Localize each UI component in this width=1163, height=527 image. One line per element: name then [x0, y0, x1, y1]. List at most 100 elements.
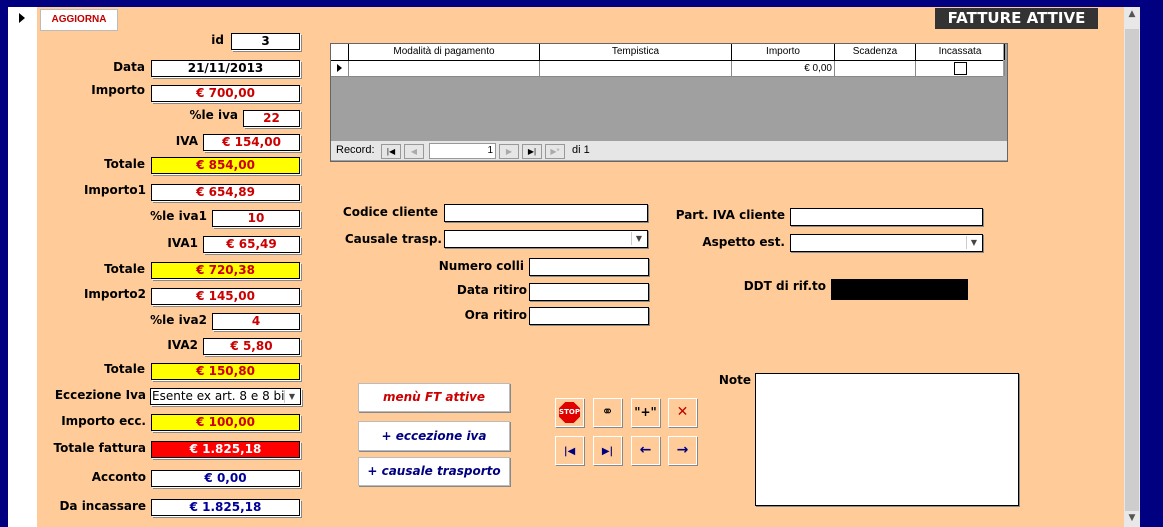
- part-iva-label: Part. IVA cliente: [675, 208, 785, 222]
- last-record-button[interactable]: ▶|: [593, 436, 622, 465]
- data-label: Data: [113, 60, 145, 74]
- note-label: Note: [718, 373, 751, 387]
- perc-iva1-label: %le iva1: [150, 209, 207, 223]
- nav-last-icon[interactable]: ▶|: [522, 144, 542, 159]
- cell-tempistica[interactable]: [539, 61, 731, 76]
- incassata-checkbox[interactable]: [954, 62, 967, 75]
- chevron-down-icon[interactable]: ▼: [966, 236, 981, 249]
- first-record-icon: |◀: [563, 446, 576, 457]
- codice-cliente-value: [445, 210, 447, 223]
- codice-cliente-field[interactable]: [444, 204, 648, 222]
- importo1-label: Importo1: [83, 183, 146, 197]
- binoculars-icon: ⚭: [601, 404, 614, 420]
- eccezione-iva-button[interactable]: + eccezione iva: [358, 421, 510, 451]
- causale-trasporto-button[interactable]: + causale trasporto: [358, 457, 510, 486]
- acconto-label: Acconto: [91, 470, 146, 484]
- col-importo: Importo: [731, 44, 834, 60]
- prev-record-button[interactable]: ←: [631, 436, 660, 465]
- perc-iva-field[interactable]: 22: [243, 110, 300, 127]
- numero-colli-label: Numero colli: [438, 259, 524, 273]
- totale-fattura-field[interactable]: € 1.825,18: [151, 441, 300, 458]
- menu-ft-attive-button[interactable]: menù FT attive: [358, 383, 510, 412]
- current-record-indicator-icon: [19, 13, 25, 23]
- chevron-down-icon[interactable]: ▼: [631, 232, 646, 245]
- totale2-field[interactable]: € 150,80: [151, 363, 300, 380]
- iva2-label: IVA2: [167, 338, 198, 352]
- nav-new-icon[interactable]: ▶*: [545, 144, 565, 159]
- aspetto-est-select[interactable]: ▼: [790, 234, 983, 252]
- cell-scadenza[interactable]: [834, 61, 915, 76]
- stop-button[interactable]: STOP: [555, 398, 584, 427]
- window-border: [1140, 7, 1163, 527]
- data-ritiro-field[interactable]: [529, 283, 649, 301]
- delete-record-button[interactable]: ✕: [668, 398, 697, 427]
- perc-iva-label: %le iva: [189, 108, 239, 122]
- col-modalita: Modalità di pagamento: [348, 44, 539, 60]
- new-record-icon: "+": [634, 405, 657, 419]
- aspetto-est-label: Aspetto est.: [702, 235, 785, 249]
- stop-icon: STOP: [559, 402, 580, 423]
- importo1-field[interactable]: € 654,89: [151, 184, 300, 201]
- header-selector-cell: [331, 44, 348, 60]
- first-record-button[interactable]: |◀: [555, 436, 584, 465]
- delete-record-icon: ✕: [676, 404, 689, 420]
- perc-iva2-field[interactable]: 4: [212, 313, 300, 330]
- ddt-field[interactable]: [831, 279, 968, 300]
- nav-prev-icon[interactable]: ◀: [404, 144, 424, 159]
- row-selector[interactable]: [331, 61, 349, 76]
- importo-ecc-field[interactable]: € 100,00: [151, 414, 300, 431]
- scroll-up-icon[interactable]: ▲: [1124, 9, 1140, 19]
- record-number-input[interactable]: 1: [429, 143, 496, 159]
- col-scadenza: Scadenza: [834, 44, 915, 60]
- col-tempistica: Tempistica: [539, 44, 731, 60]
- new-record-button[interactable]: "+": [631, 398, 660, 427]
- table-row[interactable]: € 0,00: [331, 61, 1005, 77]
- chevron-down-icon[interactable]: ▼: [284, 390, 299, 403]
- nav-next-icon[interactable]: ▶: [499, 144, 519, 159]
- cell-importo[interactable]: € 0,00: [731, 61, 834, 76]
- causale-trasp-value: [445, 236, 447, 249]
- record-selector[interactable]: [8, 7, 37, 527]
- ora-ritiro-label: Ora ritiro: [464, 308, 527, 322]
- id-label: id: [211, 33, 224, 47]
- perc-iva1-field[interactable]: 10: [212, 210, 300, 227]
- da-incassare-field[interactable]: € 1.825,18: [151, 499, 300, 516]
- vertical-scrollbar[interactable]: ▲ ▼: [1124, 7, 1140, 527]
- refresh-button[interactable]: AGGIORNA: [40, 9, 118, 31]
- importo-ecc-label: Importo ecc.: [61, 414, 146, 428]
- iva-label: IVA: [175, 134, 198, 148]
- totale2-label: Totale: [104, 362, 145, 376]
- prev-arrow-icon: ←: [639, 442, 652, 458]
- acconto-field[interactable]: € 0,00: [151, 470, 300, 487]
- last-record-icon: ▶|: [601, 446, 614, 457]
- ora-ritiro-field[interactable]: [529, 307, 649, 325]
- payments-subform: Modalità di pagamento Tempistica Importo…: [330, 43, 1008, 162]
- note-textarea[interactable]: [755, 373, 1019, 506]
- next-record-button[interactable]: →: [668, 436, 697, 465]
- importo-field[interactable]: € 700,00: [151, 85, 300, 102]
- record-label: Record:: [336, 144, 375, 156]
- part-iva-field[interactable]: [790, 208, 983, 226]
- causale-trasp-select[interactable]: ▼: [444, 230, 648, 248]
- cell-modalita[interactable]: [348, 61, 539, 76]
- iva-field[interactable]: € 154,00: [203, 134, 300, 151]
- importo2-label: Importo2: [83, 287, 146, 301]
- totale1-label: Totale: [104, 262, 145, 276]
- scroll-thumb[interactable]: [1125, 29, 1139, 511]
- eccezione-iva-select[interactable]: Esente ex art. 8 e 8 bis ▼: [150, 388, 301, 405]
- nav-first-icon[interactable]: |◀: [381, 144, 401, 159]
- iva1-field[interactable]: € 65,49: [203, 236, 300, 253]
- id-field[interactable]: 3: [231, 33, 300, 50]
- totale-fattura-label: Totale fattura: [53, 441, 146, 455]
- ddt-label: DDT di rif.to: [743, 279, 826, 293]
- page-title: FATTURE ATTIVE: [935, 8, 1098, 29]
- totale1-field[interactable]: € 720,38: [151, 262, 300, 279]
- iva2-field[interactable]: € 5,80: [203, 338, 300, 355]
- importo2-field[interactable]: € 145,00: [151, 288, 300, 305]
- totale-label: Totale: [104, 157, 145, 171]
- data-field[interactable]: 21/11/2013: [151, 60, 300, 77]
- totale-field[interactable]: € 854,00: [151, 157, 300, 174]
- find-button[interactable]: ⚭: [593, 398, 622, 427]
- numero-colli-field[interactable]: [529, 258, 649, 276]
- scroll-down-icon[interactable]: ▼: [1124, 513, 1140, 523]
